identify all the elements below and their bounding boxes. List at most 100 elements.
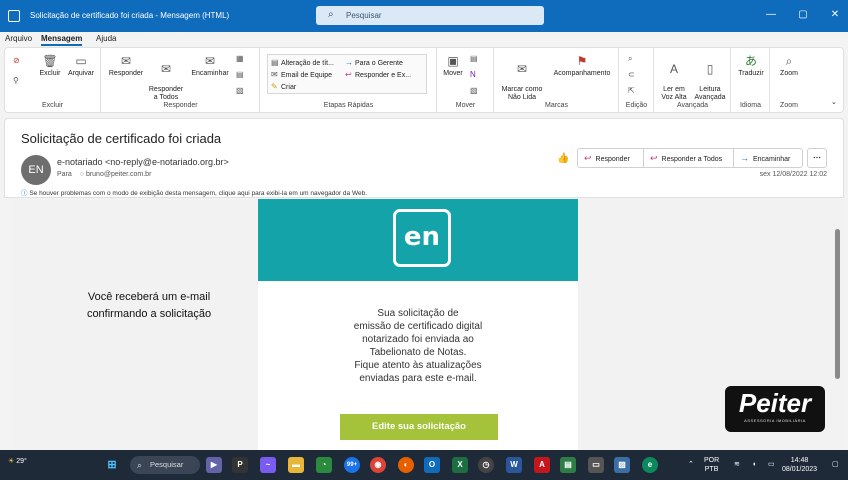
ler-voz-alta-button[interactable]: A Ler em Voz Alta [657,54,691,102]
group-label-avancada: Avançada [676,102,708,109]
quick-step-equipe[interactable]: ✉ Email de Equipe [271,70,332,79]
text-line: Tabelionato de Notas. [369,347,467,358]
edit-request-button[interactable]: Edite sua solicitação [340,414,498,440]
encaminhar-button[interactable]: ✉ Encaminhar [188,54,232,78]
volume-icon[interactable]: ◖ [752,460,756,469]
more-respond-icon[interactable]: ▧ [236,86,246,95]
acrobat-icon[interactable]: A [534,457,550,473]
photos-icon[interactable]: ▨ [614,457,630,473]
weather-icon: ☀ [8,458,15,465]
close-button[interactable]: ✕ [828,9,842,20]
restore-button[interactable]: ▢ [796,9,810,20]
select-icon[interactable]: ⇱ [628,86,638,95]
quick-step-gerente[interactable]: → Para o Gerente [345,58,403,67]
text-line: enviadas para este e-mail. [359,373,477,384]
weather-widget[interactable]: ☀ 29° [8,457,27,465]
language-indicator[interactable]: POR PTB [704,456,719,474]
teams-icon[interactable]: ▶ [206,457,222,473]
file-explorer-icon[interactable]: ▬ [288,457,304,473]
scrollbar-thumb[interactable] [835,229,840,379]
search-icon: ⌕ [137,460,143,470]
sender[interactable]: e-notariado <no-reply@e-notariado.org.br… [57,157,229,167]
menu-ajuda[interactable]: Ajuda [96,34,116,43]
app-p-icon[interactable]: P [232,457,248,473]
translate-icon: あ [744,54,757,68]
traduzir-button[interactable]: あ Traduzir [734,54,768,78]
move-icon: ▣ [447,54,459,68]
group-excluir: ⊘ ⚲ 🗑 Excluir ▭ Arquivar Excluir [5,48,101,112]
email-banner: en [258,199,578,281]
info-bar[interactable]: ⓘ Se houver problemas com o modo de exib… [21,187,367,197]
meeting-icon[interactable]: ▦ [236,54,246,63]
reply-button[interactable]: ↩ Responder [578,149,644,167]
text-line: emissão de certificado digital [353,321,483,332]
search-icon: ⌕ [328,9,334,20]
forward-button[interactable]: → Encaminhar [734,149,804,167]
actions-icon[interactable]: ▧ [470,86,480,95]
quick-step-criar[interactable]: ✎ Criar [271,82,296,91]
scrollbar[interactable] [832,199,844,450]
excel-icon[interactable]: X [452,457,468,473]
whatsapp-icon[interactable]: ◔ [316,457,332,473]
reply-all-button[interactable]: ↩ Responder a Todos [644,149,734,167]
chrome-icon[interactable]: ◉ [370,457,386,473]
app-gray-icon[interactable]: ▭ [588,457,604,473]
reply-all-icon: ✉ [160,62,172,76]
app-green-icon[interactable]: ▤ [560,457,576,473]
responder-button[interactable]: ✉ Responder [108,54,144,78]
qs-label-0: Alteração de tít... [281,60,334,67]
group-label-responder: Responder [163,102,198,109]
group-label-idioma: Idioma [739,102,761,109]
onenote-icon[interactable]: N [470,70,480,79]
firefox-icon[interactable]: ◐ [398,457,414,473]
junk-icon[interactable]: ⚲ [13,76,23,85]
collapse-ribbon-icon[interactable]: ⌄ [831,98,837,106]
like-icon[interactable]: 👍 [557,153,569,164]
tray-chevron-icon[interactable]: ⌃ [688,460,694,469]
clock[interactable]: 14:48 08/01/2023 [782,456,817,474]
excluir-button[interactable]: 🗑 Excluir [37,54,63,78]
taskbar-search[interactable]: ⌕ Pesquisar [130,456,200,474]
mover-button[interactable]: ▣ Mover [440,54,466,78]
email-card: en Sua solicitação de emissão de certifi… [258,199,578,450]
zoom-button[interactable]: ⌕ Zoom [773,54,805,78]
qs-label-4: Criar [281,84,297,91]
quick-step-responder[interactable]: ↩ Responder e Ex... [345,70,411,79]
outlook-taskbar-icon[interactable]: O [424,457,440,473]
acompanhamento-button[interactable]: ⚑ Acompanhamento [549,54,615,78]
avatar[interactable]: EN [21,155,51,185]
find-icon[interactable]: ⌕ [628,54,638,64]
presence-icon: ○ [79,171,84,178]
related-icon[interactable]: ⊂ [628,70,638,79]
menu-mensagem[interactable]: Mensagem [41,34,83,46]
archive-icon: ▭ [75,54,87,68]
clock-app-icon[interactable]: ◷ [478,457,494,473]
start-icon[interactable]: ⊞ [104,457,120,473]
search-box[interactable]: ⌕ Pesquisar [316,6,544,25]
group-label-etapas: Etapas Rápidas [323,102,374,109]
responder-todos-button[interactable]: ✉ Responder a Todos [146,54,186,102]
more-button[interactable]: ⋯ [807,148,827,168]
info-icon: ⓘ [21,190,28,197]
to-address[interactable]: bruno@peiter.com.br [86,171,151,178]
marcar-nao-lida-button[interactable]: ✉ Marcar como Não Lida [499,54,545,102]
wifi-icon[interactable]: ≋ [734,460,740,469]
rules-icon[interactable]: ▤ [470,54,480,63]
menu-arquivo[interactable]: Arquivo [5,34,32,43]
arquivar-button[interactable]: ▭ Arquivar [65,54,97,78]
search-placeholder: Pesquisar [346,11,382,20]
im-icon[interactable]: ▤ [236,70,246,79]
messenger-icon[interactable]: ~ [260,457,276,473]
title-bar: Solicitação de certificado foi criada - … [0,0,848,32]
window-title: Solicitação de certificado foi criada - … [30,11,230,20]
quick-step-alteracao[interactable]: ▤ Alteração de tít... [271,58,334,67]
battery-icon[interactable]: ▭ [768,460,775,469]
minimize-button[interactable]: — [764,9,778,20]
notification-badge[interactable]: 99+ [344,457,360,473]
ignore-icon[interactable]: ⊘ [13,56,23,65]
edge-icon[interactable]: e [642,457,658,473]
email-text: Sua solicitação de emissão de certificad… [278,307,558,385]
word-icon[interactable]: W [506,457,522,473]
leitura-avancada-button[interactable]: ▯ Leitura Avançada [691,54,729,102]
notifications-icon[interactable]: ▢ [832,460,839,469]
